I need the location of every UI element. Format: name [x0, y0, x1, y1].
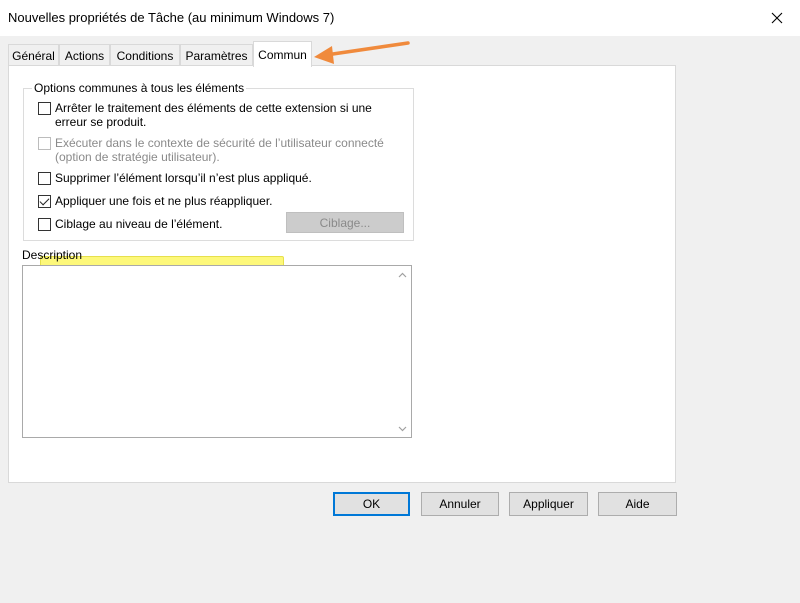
option-stop-processing[interactable]: Arrêter le traitement des éléments de ce…	[38, 101, 372, 129]
description-scrollbar[interactable]	[394, 266, 411, 437]
help-button[interactable]: Aide	[598, 492, 677, 516]
option-apply-once[interactable]: Appliquer une fois et ne plus réapplique…	[38, 194, 272, 208]
apply-button[interactable]: Appliquer	[509, 492, 588, 516]
tab-label: Conditions	[116, 48, 174, 63]
option-item-targeting[interactable]: Ciblage au niveau de l’élément.	[38, 217, 222, 231]
option-label-line: erreur se produit.	[55, 115, 147, 129]
option-run-user-context: Exécuter dans le contexte de sécurité de…	[38, 136, 384, 164]
checkbox[interactable]	[38, 102, 51, 115]
scroll-down-icon[interactable]	[394, 420, 411, 437]
option-label: Appliquer une fois et ne plus réapplique…	[55, 194, 273, 208]
tab-actions[interactable]: Actions	[59, 44, 110, 66]
description-textarea[interactable]	[22, 265, 412, 438]
cancel-button[interactable]: Annuler	[421, 492, 499, 516]
tab-label: Actions	[64, 48, 105, 63]
option-remove-when-not-applied[interactable]: Supprimer l’élément lorsqu’il n’est plus…	[38, 171, 312, 185]
checkbox	[38, 137, 51, 150]
scroll-up-icon[interactable]	[394, 266, 411, 283]
checkbox[interactable]	[38, 195, 51, 208]
close-button[interactable]	[754, 0, 800, 36]
tab-label: Général	[12, 48, 55, 63]
annotation-arrow-icon	[314, 41, 410, 64]
option-label-line: (option de stratégie utilisateur).	[55, 150, 220, 164]
checkbox[interactable]	[38, 172, 51, 185]
checkbox[interactable]	[38, 218, 51, 231]
option-label: Ciblage au niveau de l’élément.	[55, 217, 223, 231]
tab-general[interactable]: Général	[8, 44, 59, 66]
tab-conditions[interactable]: Conditions	[110, 44, 180, 66]
tab-parametres[interactable]: Paramètres	[180, 44, 253, 66]
title-bar: Nouvelles propriétés de Tâche (au minimu…	[0, 0, 800, 36]
option-label: Exécuter dans le contexte de sécurité de…	[55, 136, 384, 164]
close-icon	[771, 12, 783, 24]
option-label-line: Arrêter le traitement des éléments de ce…	[55, 101, 372, 115]
tab-commun[interactable]: Commun	[253, 41, 312, 67]
tab-label: Paramètres	[185, 48, 248, 63]
description-label: Description	[22, 248, 83, 262]
tab-label: Commun	[258, 47, 307, 62]
option-label-line: Exécuter dans le contexte de sécurité de…	[55, 136, 384, 150]
group-legend: Options communes à tous les éléments	[32, 81, 247, 95]
ok-button[interactable]: OK	[333, 492, 410, 516]
targeting-button: Ciblage...	[286, 212, 404, 233]
option-label: Supprimer l’élément lorsqu’il n’est plus…	[55, 171, 312, 185]
window-title: Nouvelles propriétés de Tâche (au minimu…	[8, 10, 335, 25]
option-label: Arrêter le traitement des éléments de ce…	[55, 101, 372, 129]
